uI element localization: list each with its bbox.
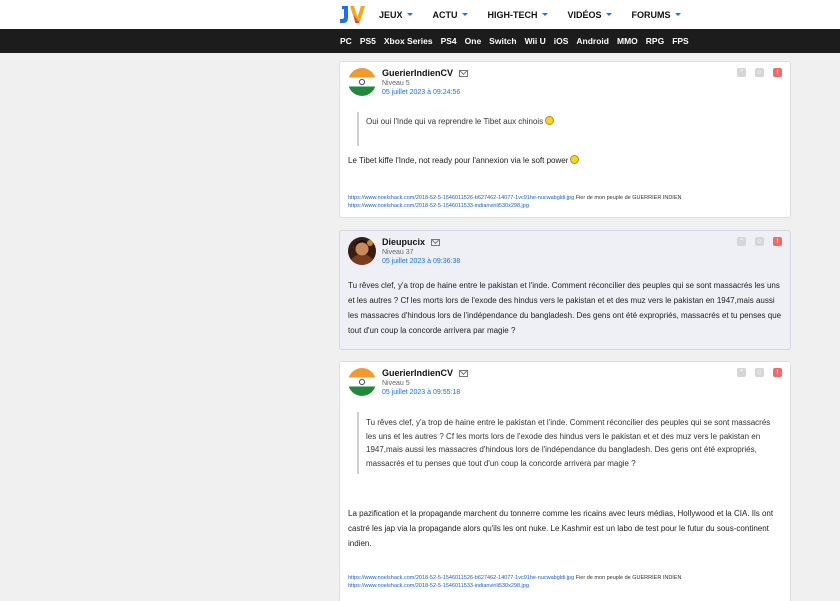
post-author-name: GuerierIndienCV xyxy=(382,368,454,378)
main-nav: JEUX ACTU HIGH-TECH VIDÉOS FORUMS xyxy=(379,0,701,29)
platform-wii-u[interactable]: Wii U xyxy=(525,36,546,46)
platform-pc[interactable]: PC xyxy=(340,36,352,46)
nav-forums[interactable]: FORUMS xyxy=(632,10,681,20)
image-link[interactable]: https://www.noelshack.com/2018-52-5-1546… xyxy=(348,583,529,589)
mail-icon[interactable] xyxy=(459,69,469,77)
platform-ios[interactable]: iOS xyxy=(554,36,569,46)
quote-text: Tu rêves clef, y'a trop de haine entre l… xyxy=(366,418,771,468)
quote-icon[interactable]: " xyxy=(737,68,746,77)
platform-switch[interactable]: Switch xyxy=(489,36,516,46)
image-link[interactable]: https://www.noelshack.com/2018-52-5-1546… xyxy=(348,575,574,581)
quote-icon[interactable]: " xyxy=(737,368,746,377)
platform-rpg[interactable]: RPG xyxy=(646,36,664,46)
avatar[interactable] xyxy=(348,68,376,96)
smiley-icon xyxy=(570,155,580,164)
image-link[interactable]: https://www.noelshack.com/2018-52-5-1546… xyxy=(348,203,529,209)
platform-fps[interactable]: FPS xyxy=(672,36,689,46)
nav-jeux[interactable]: JEUX xyxy=(379,10,413,20)
nav-high-tech[interactable]: HIGH-TECH xyxy=(488,10,548,20)
message-text: Tu rêves clef, y'a trop de haine entre l… xyxy=(348,281,782,335)
user-level: Niveau 5 xyxy=(382,380,410,387)
post-message: La pazification et la propagande marchen… xyxy=(348,506,784,551)
avatar[interactable] xyxy=(348,237,376,265)
user-avatar-image xyxy=(348,237,376,265)
post-quote: Oui oui l'Inde qui va reprendre le Tibet… xyxy=(357,112,592,146)
forum-post: GuerierIndienCV Niveau 5 05 juillet 2023… xyxy=(339,361,791,601)
platform-bar: PC PS5 Xbox Series PS4 One Switch Wii U … xyxy=(0,29,840,53)
platform-one[interactable]: One xyxy=(465,36,482,46)
post-actions: " ☺ ! xyxy=(728,368,782,377)
image-link[interactable]: https://www.noelshack.com/2018-52-5-1546… xyxy=(348,195,574,201)
mail-icon[interactable] xyxy=(431,238,441,246)
post-author[interactable]: GuerierIndienCV xyxy=(382,68,469,78)
chevron-down-icon xyxy=(605,13,612,16)
blacklist-icon[interactable]: ☺ xyxy=(755,237,764,246)
nav-jeux-label: JEUX xyxy=(379,9,403,20)
post-actions: " ☺ ! xyxy=(728,237,782,246)
report-icon[interactable]: ! xyxy=(773,368,782,377)
report-icon[interactable]: ! xyxy=(773,68,782,77)
chevron-down-icon xyxy=(674,13,681,16)
forum-post: GuerierIndienCV Niveau 5 05 juillet 2023… xyxy=(339,61,791,218)
platform-xbox-series[interactable]: Xbox Series xyxy=(384,36,433,46)
post-quote: Tu rêves clef, y'a trop de haine entre l… xyxy=(357,412,782,474)
jv-logo[interactable] xyxy=(339,3,365,25)
platform-ps4[interactable]: PS4 xyxy=(441,36,457,46)
nav-forums-label: FORUMS xyxy=(631,9,671,20)
top-header: JEUX ACTU HIGH-TECH VIDÉOS FORUMS xyxy=(0,0,840,29)
post-author[interactable]: Dieupucix xyxy=(382,237,441,247)
platform-android[interactable]: Android xyxy=(576,36,609,46)
smiley-icon xyxy=(545,116,555,125)
chevron-down-icon xyxy=(461,13,468,16)
chevron-down-icon xyxy=(541,13,548,16)
quote-icon[interactable]: " xyxy=(737,237,746,246)
platform-ps5[interactable]: PS5 xyxy=(360,36,376,46)
forum-post: Dieupucix Niveau 37 05 juillet 2023 à 09… xyxy=(339,230,791,350)
platform-mmo[interactable]: MMO xyxy=(617,36,638,46)
post-actions: " ☺ ! xyxy=(728,68,782,77)
post-date[interactable]: 05 juillet 2023 à 09:55:18 xyxy=(382,389,460,396)
message-text: Le Tibet kiffe l'Inde, not ready pour l'… xyxy=(348,156,569,165)
image-link-row: https://www.noelshack.com/2018-52-5-1546… xyxy=(348,583,529,589)
post-date[interactable]: 05 juillet 2023 à 09:36:38 xyxy=(382,258,460,265)
chevron-down-icon xyxy=(406,13,413,16)
link-caption: Fier de mon peuple de GUERRIER INDIEN xyxy=(575,195,682,201)
blacklist-icon[interactable]: ☺ xyxy=(755,368,764,377)
nav-videos[interactable]: VIDÉOS xyxy=(568,10,612,20)
nav-videos-label: VIDÉOS xyxy=(567,9,602,20)
message-text: La pazification et la propagande marchen… xyxy=(348,509,774,548)
post-date[interactable]: 05 juillet 2023 à 09:24:56 xyxy=(382,89,460,96)
blacklist-icon[interactable]: ☺ xyxy=(755,68,764,77)
nav-actu[interactable]: ACTU xyxy=(433,10,468,20)
link-caption: Fier de mon peuple de GUERRIER INDIEN xyxy=(575,575,682,581)
report-icon[interactable]: ! xyxy=(773,237,782,246)
user-level: Niveau 5 xyxy=(382,80,410,87)
india-flag-icon xyxy=(348,68,376,96)
platform-nav: PC PS5 Xbox Series PS4 One Switch Wii U … xyxy=(340,29,697,53)
image-link-row: https://www.noelshack.com/2018-52-5-1546… xyxy=(348,575,681,581)
india-flag-icon xyxy=(348,368,376,396)
mail-icon[interactable] xyxy=(459,369,469,377)
nav-actu-label: ACTU xyxy=(432,9,458,20)
post-author-name: Dieupucix xyxy=(382,237,426,247)
image-link-row: https://www.noelshack.com/2018-52-5-1546… xyxy=(348,203,529,209)
quote-text: Oui oui l'Inde qui va reprendre le Tibet… xyxy=(366,117,544,126)
post-author-name: GuerierIndienCV xyxy=(382,68,454,78)
user-level: Niveau 37 xyxy=(382,249,414,256)
image-link-row: https://www.noelshack.com/2018-52-5-1546… xyxy=(348,195,681,201)
post-message: Le Tibet kiffe l'Inde, not ready pour l'… xyxy=(348,153,778,168)
avatar[interactable] xyxy=(348,368,376,396)
post-author[interactable]: GuerierIndienCV xyxy=(382,368,469,378)
nav-high-tech-label: HIGH-TECH xyxy=(487,9,538,20)
post-message: Tu rêves clef, y'a trop de haine entre l… xyxy=(348,278,784,338)
